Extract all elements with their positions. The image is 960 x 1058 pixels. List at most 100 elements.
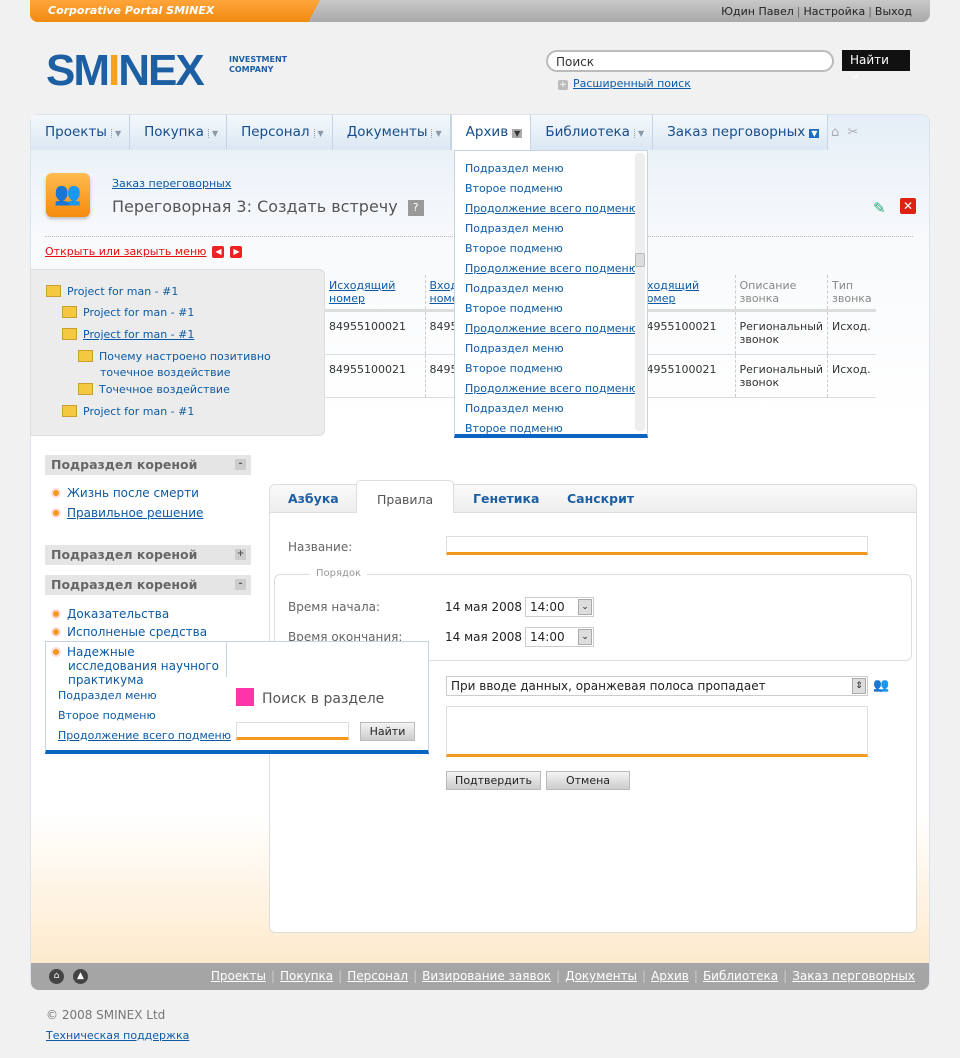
tree-node[interactable]: Точечное воздействие xyxy=(78,382,230,398)
search-input[interactable]: Поиск xyxy=(546,50,834,72)
confirm-button[interactable]: Подтвердить xyxy=(446,771,541,790)
submenu-item[interactable]: Подраздел меню xyxy=(58,689,157,702)
sidebar-item[interactable]: Жизнь после смерти xyxy=(51,486,199,500)
end-time-select[interactable]: 14:00 ⌄ xyxy=(525,627,594,647)
dropdown-item[interactable]: Второе подменю xyxy=(455,361,647,381)
dropdown-item[interactable]: Подраздел меню xyxy=(455,161,647,181)
sidebar-item[interactable]: Надежные исследования научного практикум… xyxy=(51,645,226,687)
option-select[interactable]: При вводе данных, оранжевая полоса пропа… xyxy=(446,676,868,696)
dropdown-item[interactable]: Второе подменю xyxy=(455,181,647,201)
section-header[interactable]: Подраздел кореной + xyxy=(45,545,251,565)
sidebar-item[interactable]: Правильное решение xyxy=(51,506,203,520)
chevron-down-icon[interactable]: ▼ xyxy=(633,129,644,138)
section-header[interactable]: Подраздел кореной - xyxy=(45,455,251,475)
home-icon[interactable]: ⌂ xyxy=(49,969,64,984)
name-input[interactable] xyxy=(446,536,868,555)
tree-node[interactable]: Почему настроено позитивно точечное возд… xyxy=(78,349,318,381)
submenu-item[interactable]: Продолжение всего подменю xyxy=(58,729,231,742)
nav-item[interactable]: Персонал ▼ xyxy=(227,115,333,150)
nav-item[interactable]: Библиотека ▼ xyxy=(531,115,654,150)
footer-link[interactable]: Персонал xyxy=(347,969,408,983)
nav-item[interactable]: Покупка ▼ xyxy=(130,115,228,150)
collapse-icon[interactable]: - xyxy=(235,459,246,470)
dropdown-item[interactable]: Второе подменю xyxy=(455,241,647,261)
support-link[interactable]: Техническая поддержка xyxy=(46,1029,189,1042)
tab-azbuka[interactable]: Азбука xyxy=(288,491,339,506)
logout-link[interactable]: Выход xyxy=(875,5,912,18)
tools-icon[interactable]: ✂ xyxy=(848,125,859,140)
tree-node[interactable]: Project for man - #1 xyxy=(62,305,194,321)
tree-node[interactable]: Project for man - #1 xyxy=(62,327,194,343)
start-time-select[interactable]: 14:00 ⌄ xyxy=(525,597,594,617)
chevron-down-icon[interactable]: ⌄ xyxy=(578,599,592,615)
footer-link[interactable]: Проекты xyxy=(211,969,266,983)
users-icon[interactable]: 👥 xyxy=(873,678,889,693)
scrollbar-thumb[interactable] xyxy=(635,253,645,267)
footer-link[interactable]: Заказ перговорных xyxy=(792,969,915,983)
logo[interactable]: SMINEX xyxy=(46,46,205,96)
nav-item[interactable]: Архив ▼ xyxy=(450,115,532,150)
user-name[interactable]: Юдин Павел xyxy=(721,5,794,18)
nav-item[interactable]: Проекты ▼ xyxy=(31,115,131,150)
submenu-item[interactable]: Второе подменю xyxy=(58,709,156,722)
advanced-search[interactable]: + Расширенный поиск xyxy=(558,77,691,90)
expand-icon[interactable]: + xyxy=(235,549,246,560)
tab-sanskrit[interactable]: Санскрит xyxy=(567,491,634,506)
dropdown-item[interactable]: Подраздел меню xyxy=(455,341,647,361)
dropdown-item[interactable]: Продолжение всего подменю xyxy=(455,321,647,341)
section-search-input[interactable] xyxy=(236,722,349,740)
dropdown-item[interactable]: Подраздел меню xyxy=(455,281,647,301)
tab-pravila[interactable]: Правила xyxy=(356,480,455,513)
close-icon[interactable]: ✕ xyxy=(900,198,916,214)
settings-link[interactable]: Настройка xyxy=(803,5,865,18)
start-date[interactable]: 14 мая 2008 xyxy=(445,600,522,614)
chevron-down-icon[interactable]: ▼ xyxy=(431,129,442,138)
arrow-up-icon[interactable]: ▲ xyxy=(73,969,88,984)
nav-item[interactable]: Документы ▼ xyxy=(332,115,451,150)
section-search-button[interactable]: Найти xyxy=(360,722,415,741)
toggle-menu[interactable]: Открыть или закрыть меню ◀ ▶ xyxy=(45,245,243,258)
advanced-search-link[interactable]: Расширенный поиск xyxy=(573,77,691,90)
tree-node[interactable]: Project for man - #1 xyxy=(46,284,178,300)
section-header[interactable]: Подраздел кореной - xyxy=(45,575,251,595)
footer-link[interactable]: Покупка xyxy=(280,969,333,983)
chevron-down-icon[interactable]: ⌄ xyxy=(578,629,592,645)
help-icon[interactable]: ? xyxy=(407,199,424,216)
nav-item[interactable]: Заказ перговорных ▼ xyxy=(653,115,829,150)
dropdown-item[interactable]: Продолжение всего подменю xyxy=(455,381,647,401)
sidebar-item[interactable]: Исполненые средства xyxy=(51,625,207,639)
end-date[interactable]: 14 мая 2008 xyxy=(445,630,522,644)
sidebar-item-active[interactable]: Надежные исследования научного практикум… xyxy=(45,641,227,687)
footer-link[interactable]: Документы xyxy=(565,969,637,983)
home-icon[interactable]: ⌂ xyxy=(831,125,839,140)
dropdown-item[interactable]: Продолжение всего подменю xyxy=(455,261,647,281)
arrow-left-icon[interactable]: ◀ xyxy=(212,246,225,258)
column-header[interactable]: Исходящий номер xyxy=(325,275,425,312)
arrow-right-icon[interactable]: ▶ xyxy=(230,246,243,258)
footer-link[interactable]: Библиотека xyxy=(703,969,778,983)
sidebar-item[interactable]: Доказательства xyxy=(51,607,169,621)
collapse-icon[interactable]: - xyxy=(235,579,246,590)
dropdown-item[interactable]: Второе подменю xyxy=(455,301,647,321)
breadcrumb[interactable]: Заказ переговорных xyxy=(112,177,231,190)
comment-textarea[interactable] xyxy=(446,706,868,757)
updown-icon[interactable]: ⇕ xyxy=(852,678,866,694)
chevron-down-icon[interactable]: ▼ xyxy=(207,129,218,138)
dropdown-item[interactable]: Подраздел меню xyxy=(455,221,647,241)
search-button[interactable]: Найти ⌄ xyxy=(842,50,910,81)
dropdown-item[interactable]: Продолжение всего подменю xyxy=(455,201,647,221)
footer-link[interactable]: Архив xyxy=(651,969,689,983)
dropdown-item[interactable]: Подраздел меню xyxy=(455,401,647,421)
scrollbar[interactable] xyxy=(635,153,645,431)
dropdown-item[interactable]: Второе подменю xyxy=(455,421,647,434)
tree-node[interactable]: Project for man - #1 xyxy=(62,404,194,420)
edit-icon[interactable]: ✎ xyxy=(873,199,886,217)
chevron-down-icon[interactable]: ▼ xyxy=(110,129,121,138)
chevron-down-icon[interactable]: ▼ xyxy=(512,129,523,138)
chevron-down-icon[interactable]: ▼ xyxy=(313,129,324,138)
cancel-button[interactable]: Отмена xyxy=(546,771,630,790)
tab-genetika[interactable]: Генетика xyxy=(473,491,539,506)
chevron-down-icon[interactable]: ▼ xyxy=(809,129,820,138)
footer-link[interactable]: Визирование заявок xyxy=(422,969,551,983)
column-header[interactable]: Входящий номер xyxy=(634,275,735,312)
